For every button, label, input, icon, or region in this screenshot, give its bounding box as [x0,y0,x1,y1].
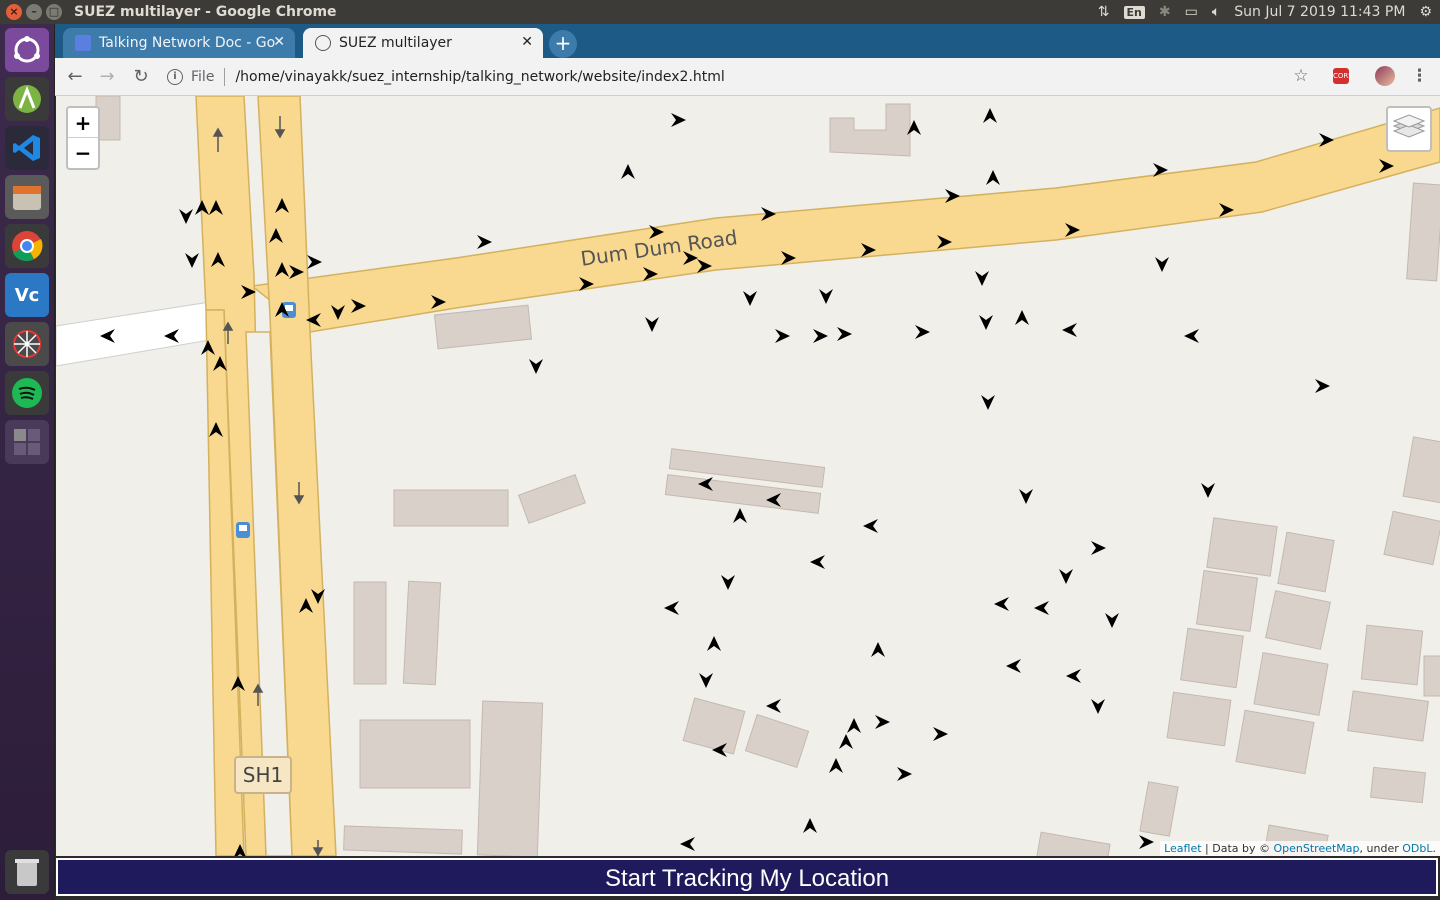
tab-label: SUEZ multilayer [339,35,452,51]
tab-close-icon[interactable]: ✕ [521,34,533,50]
network-icon[interactable]: ⇅ [1098,4,1110,20]
zoom-control: + − [66,106,100,170]
ubuntu-dash-icon[interactable] [5,28,49,72]
browser-tabstrip: Talking Network Doc - Go ✕ SUEZ multilay… [55,24,1440,58]
url-separator [224,68,226,86]
leaflet-map[interactable]: Dum Dum Road SH1 + − Leaflet | Data by ©… [56,96,1440,856]
battery-icon[interactable]: ▭ [1185,4,1198,20]
menu-kebab-icon[interactable]: ⋮ [1411,66,1428,88]
network-tool-icon[interactable] [5,322,49,366]
reload-button[interactable]: ↻ [129,66,153,88]
zoom-out-button[interactable]: − [68,138,98,168]
attribution-text: | Data by © [1201,842,1274,855]
new-tab-button[interactable]: + [549,30,577,58]
url-path[interactable]: /home/vinayakk/suez_internship/talking_n… [235,69,724,85]
gear-icon[interactable]: ⚙ [1419,4,1432,20]
layers-control[interactable] [1386,106,1432,152]
workspaces-icon[interactable] [5,420,49,464]
bookmark-star-icon[interactable]: ☆ [1291,66,1311,88]
tab-label: Talking Network Doc - Go [99,35,276,51]
attribution-text: . [1432,842,1437,855]
cors-extension-icon[interactable]: CORS [1333,68,1353,84]
tab-talking-network-doc[interactable]: Talking Network Doc - Go ✕ [63,28,295,58]
browser-toolbar: ← → ↻ i File /home/vinayakk/suez_interns… [55,58,1440,96]
window-close-button[interactable]: × [6,4,22,20]
window-title: SUEZ multilayer - Google Chrome [74,4,337,20]
window-controls: × – □ [6,4,62,20]
volume-icon[interactable]: 🔈︎ [1212,4,1220,20]
start-tracking-button[interactable]: Start Tracking My Location [56,858,1438,896]
ubuntu-launcher: Vc [0,24,55,900]
system-top-panel: × – □ SUEZ multilayer - Google Chrome ⇅ … [0,0,1440,24]
leaflet-link[interactable]: Leaflet [1164,842,1201,855]
road-shield-sh1: SH1 [234,756,292,794]
spotify-icon[interactable] [5,371,49,415]
tab-close-icon[interactable]: ✕ [273,34,285,50]
back-button[interactable]: ← [63,66,87,88]
clock[interactable]: Sun Jul 7 2019 11:43 PM [1234,4,1405,20]
tab-suez-multilayer[interactable]: SUEZ multilayer ✕ [303,28,543,58]
address-bar[interactable]: i File /home/vinayakk/suez_internship/ta… [167,63,1307,91]
trash-icon[interactable] [5,850,49,894]
globe-icon [315,35,331,51]
forward-button[interactable]: → [95,66,119,88]
layers-icon [1392,114,1426,138]
url-scheme: File [191,69,215,85]
system-tray: ⇅ En ✱ ▭ 🔈︎ Sun Jul 7 2019 11:43 PM ⚙ [1098,0,1432,24]
files-icon[interactable] [5,175,49,219]
profile-avatar[interactable] [1375,66,1395,86]
google-docs-icon [75,35,91,51]
map-attribution: Leaflet | Data by © OpenStreetMap, under… [1160,841,1440,856]
android-studio-icon[interactable] [5,77,49,121]
keyboard-layout-indicator[interactable]: En [1123,5,1145,19]
window-maximize-button[interactable]: □ [46,4,62,20]
attribution-text: , under [1359,842,1403,855]
chrome-icon[interactable] [5,224,49,268]
odbl-link[interactable]: ODbL [1402,842,1432,855]
window-minimize-button[interactable]: – [26,4,42,20]
info-icon[interactable]: i [167,69,183,85]
openstreetmap-link[interactable]: OpenStreetMap [1274,842,1360,855]
vnc-viewer-icon[interactable]: Vc [5,273,49,317]
bluetooth-icon[interactable]: ✱ [1159,4,1171,20]
vscode-icon[interactable] [5,126,49,170]
zoom-in-button[interactable]: + [68,108,98,138]
